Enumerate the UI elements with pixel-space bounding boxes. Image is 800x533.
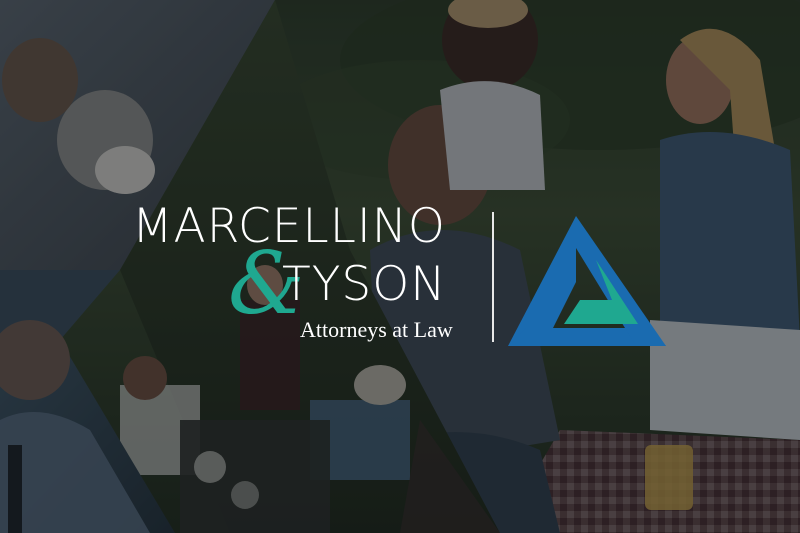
logo-divider xyxy=(492,212,494,342)
logo-wordmark: MARCELLINO & TYSON Attorneys at Law xyxy=(132,195,492,355)
tagline: Attorneys at Law xyxy=(300,317,453,342)
firm-name-line2: TYSON xyxy=(282,257,447,312)
triangle-logo-icon xyxy=(508,216,666,346)
hero-banner: MARCELLINO & TYSON Attorneys at Law xyxy=(0,0,800,533)
